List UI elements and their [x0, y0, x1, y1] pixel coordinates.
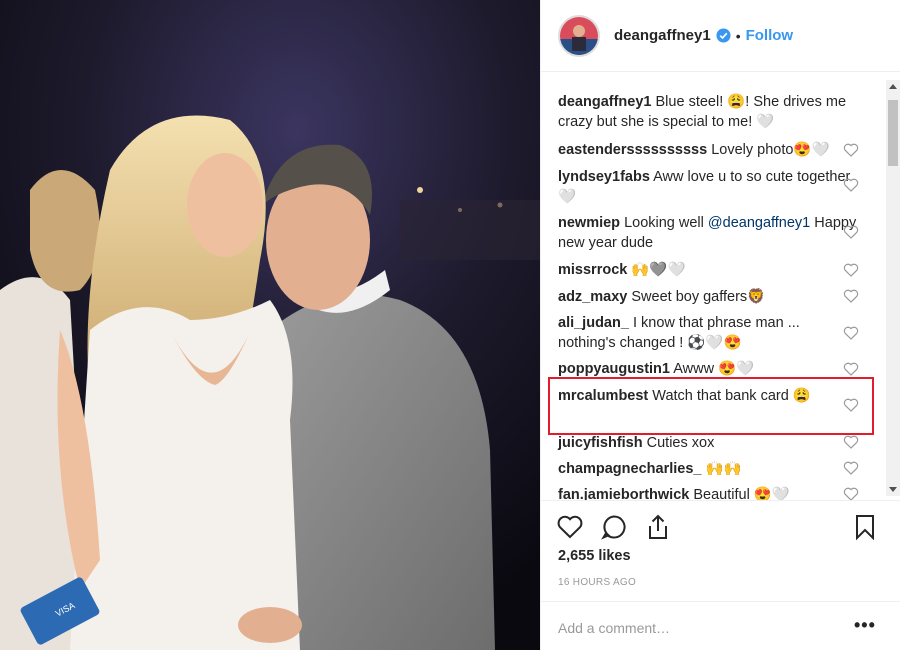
heart-icon[interactable]: [843, 361, 859, 377]
comment-username[interactable]: newmiep: [558, 215, 620, 231]
post-timestamp[interactable]: 16 HOURS AGO: [558, 577, 636, 588]
heart-icon[interactable]: [843, 177, 859, 193]
header-username[interactable]: deangaffney1: [614, 27, 711, 44]
list-item: fan.jamieborthwick Beautiful 😍🤍: [558, 485, 858, 500]
post-header: deangaffney1 • Follow: [541, 0, 900, 72]
photo-illustration: VISA: [0, 0, 540, 650]
scroll-thumb[interactable]: [888, 100, 898, 166]
post-photo[interactable]: VISA: [0, 0, 540, 650]
comment-text: Looking well: [624, 215, 708, 231]
comment-username[interactable]: juicyfishfish: [558, 435, 643, 451]
comment-username[interactable]: missrrock: [558, 262, 627, 278]
comment-username[interactable]: lyndsey1fabs: [558, 169, 650, 185]
comment-text: Beautiful 😍🤍: [693, 487, 790, 500]
heart-icon[interactable]: [843, 486, 859, 500]
bookmark-icon[interactable]: [851, 513, 879, 541]
comment-text: Awww 😍🤍: [673, 361, 755, 377]
comment-text: Sweet boy gaffers🦁: [631, 289, 766, 305]
instagram-post: VISA deangaffney1 • Follow deangaffney1 …: [0, 0, 900, 650]
add-comment-bar: Add a comment… •••: [541, 601, 900, 650]
comment-username[interactable]: fan.jamieborthwick: [558, 487, 689, 500]
heart-icon[interactable]: [843, 434, 859, 450]
heart-icon[interactable]: [556, 513, 584, 541]
comment-text: Cuties xox: [646, 435, 715, 451]
separator-dot: •: [735, 27, 741, 44]
list-item: eastenderssssssssss Lovely photo😍🤍: [558, 140, 858, 160]
comment-username[interactable]: poppyaugustin1: [558, 361, 670, 377]
add-comment-input[interactable]: Add a comment…: [558, 620, 670, 636]
list-item: ali_judan_ I know that phrase man ... no…: [558, 313, 858, 353]
avatar[interactable]: [558, 14, 600, 57]
comment-username[interactable]: champagnecharlies_: [558, 461, 701, 477]
verified-icon: [716, 28, 731, 43]
comment-username[interactable]: adz_maxy: [558, 289, 627, 305]
more-icon[interactable]: •••: [854, 615, 876, 636]
caption-comment: deangaffney1 Blue steel! 😩! She drives m…: [558, 92, 858, 132]
comments-scrollbar[interactable]: [886, 80, 900, 496]
post-actions: 2,655 likes 16 HOURS AGO Add a comment… …: [541, 500, 900, 650]
avatar-image: [560, 16, 598, 55]
list-item: champagnecharlies_ 🙌🙌: [558, 459, 858, 479]
heart-icon[interactable]: [843, 142, 859, 158]
list-item: missrrock 🙌🩶🤍: [558, 260, 858, 280]
comment-text: 🙌🩶🤍: [631, 262, 686, 278]
heart-icon[interactable]: [843, 325, 859, 341]
scroll-down-arrow-icon[interactable]: [889, 487, 897, 492]
highlight-box: [548, 377, 874, 435]
comment-text: Lovely photo😍🤍: [711, 142, 830, 158]
comment-username[interactable]: ali_judan_: [558, 315, 629, 331]
comment-text: 🙌🙌: [705, 461, 742, 477]
heart-icon[interactable]: [843, 460, 859, 476]
heart-icon[interactable]: [843, 288, 859, 304]
comment-username[interactable]: deangaffney1: [558, 94, 651, 110]
post-sidebar: deangaffney1 • Follow deangaffney1 Blue …: [540, 0, 900, 650]
list-item: adz_maxy Sweet boy gaffers🦁: [558, 287, 858, 307]
list-item: newmiep Looking well @deangaffney1 Happy…: [558, 213, 858, 253]
scroll-up-arrow-icon[interactable]: [889, 84, 897, 89]
follow-button[interactable]: Follow: [746, 27, 794, 44]
comment-username[interactable]: eastenderssssssssss: [558, 142, 707, 158]
likes-count[interactable]: 2,655 likes: [558, 548, 631, 564]
comment-icon[interactable]: [600, 513, 628, 541]
share-icon[interactable]: [644, 513, 672, 541]
list-item: juicyfishfish Cuties xox: [558, 433, 858, 453]
comment-list[interactable]: deangaffney1 Blue steel! 😩! She drives m…: [541, 72, 900, 500]
comment-mention[interactable]: @deangaffney1: [708, 215, 810, 231]
heart-icon[interactable]: [843, 262, 859, 278]
list-item: lyndsey1fabs Aww love u to so cute toget…: [558, 167, 858, 207]
heart-icon[interactable]: [843, 224, 859, 240]
list-item: poppyaugustin1 Awww 😍🤍: [558, 359, 858, 379]
